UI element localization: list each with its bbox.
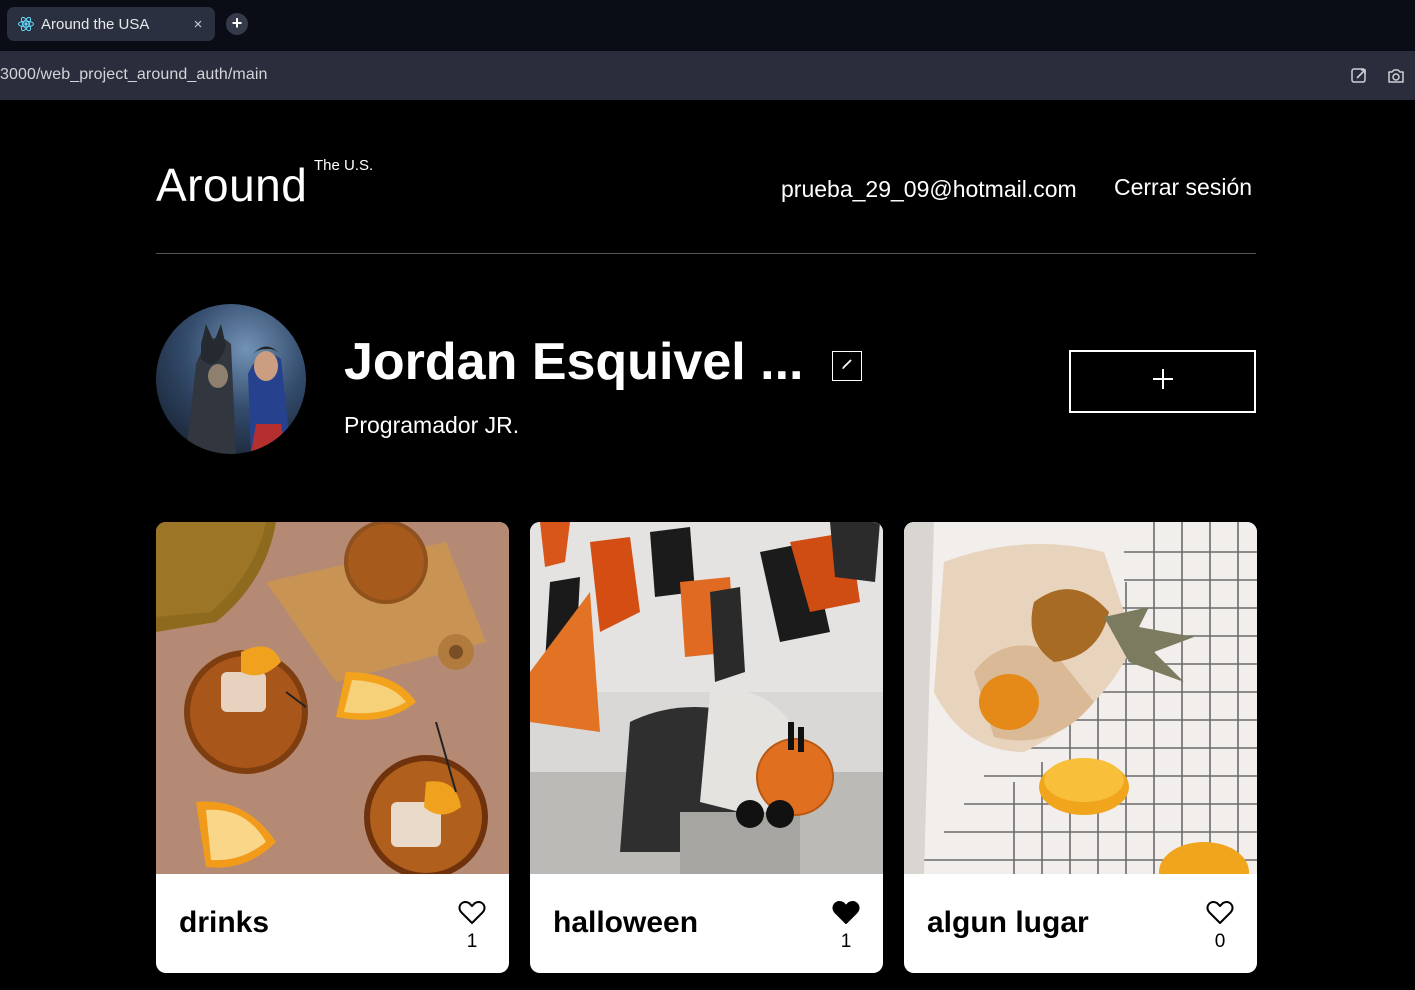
camera-icon[interactable]	[1386, 66, 1406, 86]
plus-icon	[1152, 368, 1174, 395]
card-halloween: halloween 1	[530, 522, 883, 973]
site-header: Around The U.S. prueba_29_09@hotmail.com…	[156, 100, 1256, 254]
card-image[interactable]	[904, 522, 1257, 902]
card-title: halloween	[553, 906, 699, 939]
heart-outline-icon	[1206, 900, 1234, 930]
browser-tab-bar: Around the USA × +	[0, 0, 1415, 51]
tab-title: Around the USA	[41, 15, 150, 33]
url-text[interactable]: 3000/web_project_around_auth/main	[0, 66, 268, 84]
heart-filled-icon	[832, 900, 860, 930]
add-card-button[interactable]	[1069, 350, 1256, 413]
edit-profile-button[interactable]	[832, 351, 862, 381]
card-image[interactable]	[530, 522, 883, 874]
card-title: algun lugar	[927, 906, 1089, 939]
pencil-icon	[840, 357, 854, 376]
like-button[interactable]: 0	[1205, 900, 1235, 953]
cards-grid: drinks 1 halloween 1 algun lugar 0	[156, 522, 1257, 973]
logo: Around	[156, 159, 308, 211]
card-algun-lugar: algun lugar 0	[904, 522, 1257, 973]
react-icon	[17, 15, 35, 33]
avatar[interactable]	[156, 304, 306, 454]
profile-name: Jordan Esquivel ...	[344, 333, 804, 391]
edit-page-icon[interactable]	[1349, 66, 1369, 86]
like-button[interactable]: 1	[831, 900, 861, 953]
like-count: 1	[466, 931, 478, 952]
like-count: 1	[840, 931, 852, 952]
logo-superscript: The U.S.	[314, 157, 374, 174]
new-tab-button[interactable]: +	[226, 13, 248, 35]
card-drinks: drinks 1	[156, 522, 509, 973]
logout-link[interactable]: Cerrar sesión	[1114, 174, 1252, 201]
browser-tab[interactable]: Around the USA ×	[7, 7, 215, 41]
user-email: prueba_29_09@hotmail.com	[781, 176, 1077, 202]
tab-close-button[interactable]: ×	[191, 16, 205, 33]
heart-outline-icon	[458, 900, 486, 930]
card-image[interactable]	[156, 522, 509, 879]
like-count: 0	[1214, 931, 1226, 952]
page: Around The U.S. prueba_29_09@hotmail.com…	[0, 100, 1415, 990]
profile-about: Programador JR.	[344, 412, 520, 438]
address-bar[interactable]: 3000/web_project_around_auth/main	[0, 51, 1415, 100]
profile-section: Jordan Esquivel ... Programador JR.	[156, 304, 1256, 454]
like-button[interactable]: 1	[457, 900, 487, 953]
card-title: drinks	[179, 906, 270, 939]
